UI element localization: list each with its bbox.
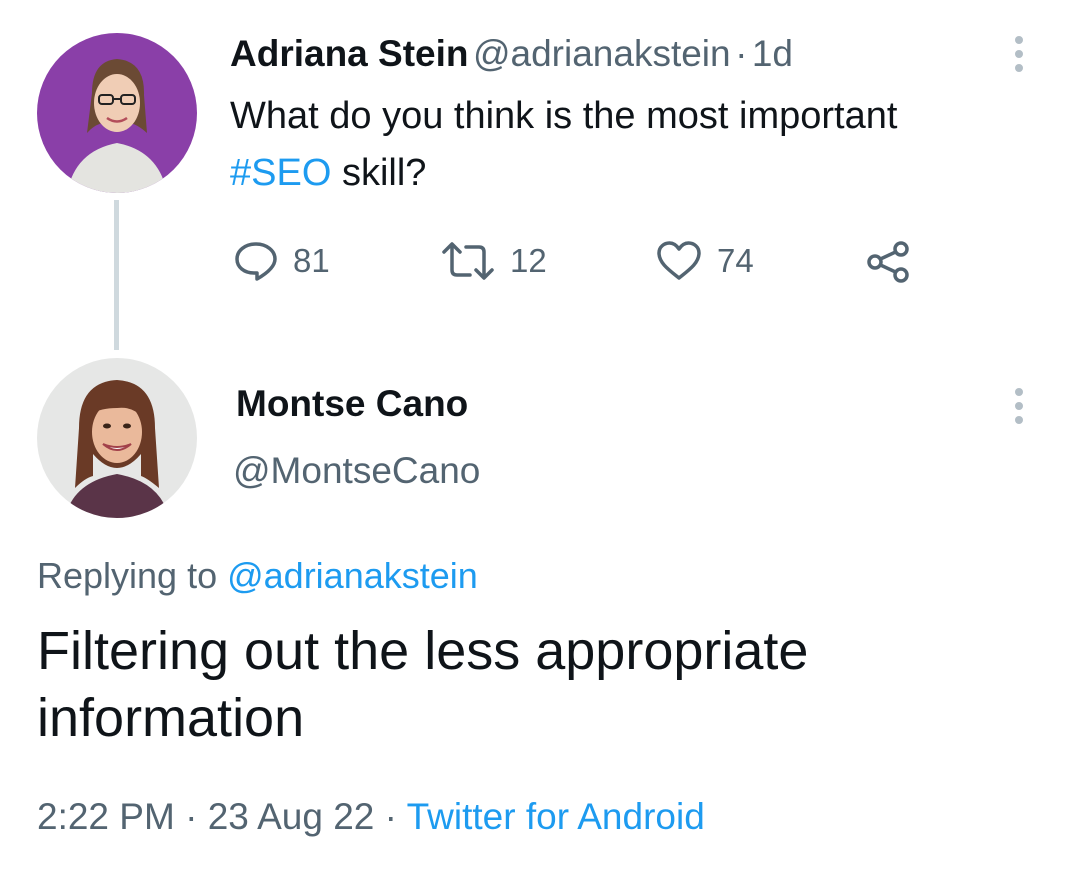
tweet-time[interactable]: 2:22 PM xyxy=(37,796,175,837)
tweet-source-link[interactable]: Twitter for Android xyxy=(407,796,705,837)
hashtag-link[interactable]: #SEO xyxy=(230,152,331,194)
share-icon[interactable] xyxy=(865,240,915,289)
author-name[interactable]: Adriana Stein xyxy=(230,33,469,74)
reply-icon xyxy=(235,242,277,281)
more-icon[interactable] xyxy=(1015,36,1025,78)
avatar-adriana[interactable] xyxy=(37,33,197,193)
parent-tweet-text: What do you think is the most important … xyxy=(230,88,1050,202)
replying-mention-link[interactable]: @adrianakstein xyxy=(227,555,478,596)
reply-count: 81 xyxy=(293,242,330,279)
tweet-text-line1: What do you think is the most important xyxy=(230,95,898,137)
reply-author-name[interactable]: Montse Cano xyxy=(236,383,468,425)
author-handle[interactable]: @adrianakstein xyxy=(473,33,731,74)
reply-action[interactable]: 81 xyxy=(233,240,330,282)
like-action[interactable]: 74 xyxy=(655,240,754,282)
avatar-montse[interactable] xyxy=(37,358,197,518)
tweet-meta: 2:22 PM · 23 Aug 22 · Twitter for Androi… xyxy=(37,796,705,838)
separator-dot: · xyxy=(735,33,748,74)
reply-tweet-text: Filtering out the less appropriate infor… xyxy=(37,621,809,748)
tweet-date[interactable]: 23 Aug 22 xyxy=(208,796,375,837)
reply-author-handle[interactable]: @MontseCano xyxy=(233,450,480,492)
retweet-action[interactable]: 12 xyxy=(440,240,547,282)
meta-dot: · xyxy=(185,796,198,837)
retweet-icon xyxy=(442,242,494,280)
retweet-count: 12 xyxy=(510,242,547,279)
thread-connector xyxy=(114,200,119,350)
more-icon[interactable] xyxy=(1015,388,1025,430)
tweet-age[interactable]: 1d xyxy=(752,33,793,74)
like-icon xyxy=(657,241,701,280)
tweet-text-line2: skill? xyxy=(331,152,427,194)
replying-prefix: Replying to xyxy=(37,555,228,596)
replying-to-line: Replying to @adrianakstein xyxy=(37,555,478,597)
parent-tweet-header: Adriana Stein @adrianakstein · 1d xyxy=(230,33,793,75)
like-count: 74 xyxy=(717,242,754,279)
meta-dot: · xyxy=(384,796,397,837)
